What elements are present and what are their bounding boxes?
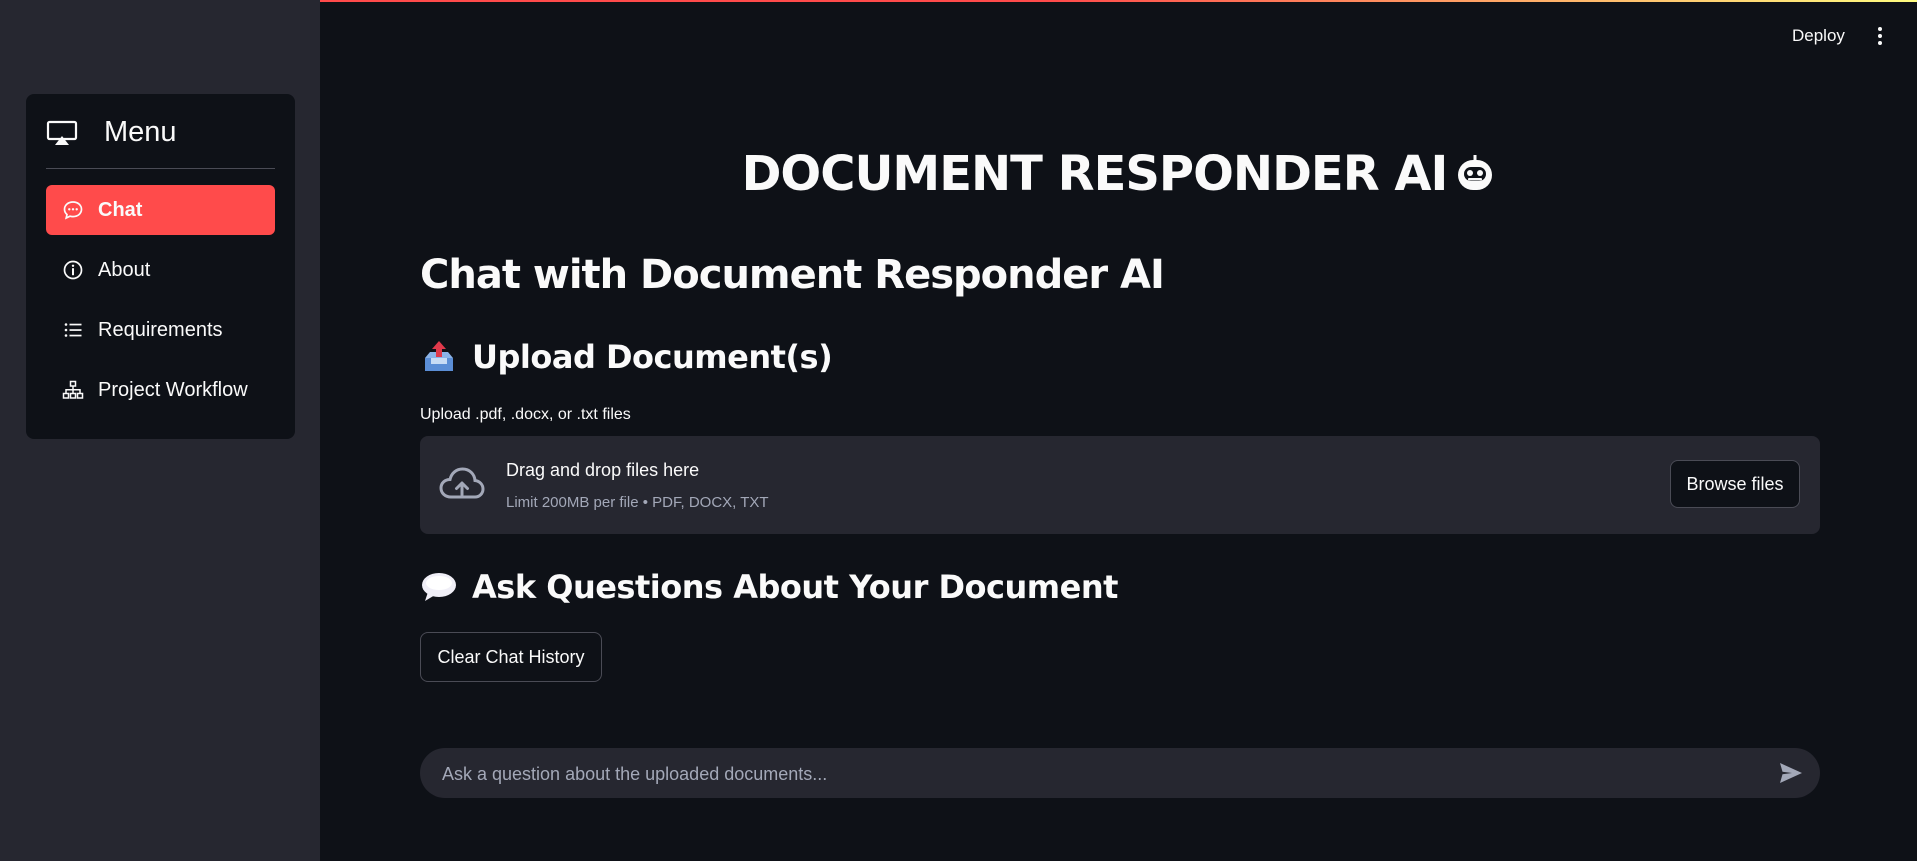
file-dropzone[interactable]: Drag and drop files here Limit 200MB per… [420,436,1820,534]
sidebar-item-label: Project Workflow [98,378,248,401]
info-icon [62,259,84,281]
sidebar-item-about[interactable]: About [46,245,275,295]
chat-input[interactable] [440,748,1744,800]
upload-label: Upload .pdf, .docx, or .txt files [420,406,631,423]
cloud-upload-icon [438,464,486,504]
ask-heading-text: Ask Questions About Your Document [472,568,1118,606]
sitemap-icon [62,379,84,401]
list-icon [62,319,84,341]
sidebar: Menu Chat About Requirements Project Wor… [0,0,320,861]
deploy-button[interactable]: Deploy [1792,26,1845,46]
dropzone-text: Drag and drop files here [506,460,700,480]
sidebar-item-label: Chat [98,198,143,221]
kebab-menu-icon[interactable] [1872,26,1888,46]
page-title: DOCUMENT RESPONDER AI [320,146,1917,202]
robot-emoji-icon [1455,150,1495,190]
browse-files-button[interactable]: Browse files [1670,460,1800,508]
menu-title: Menu [104,116,177,148]
menu-divider [46,168,275,169]
speech-balloon-icon [420,568,458,606]
ask-heading: Ask Questions About Your Document [420,568,1118,606]
upload-heading-text: Upload Document(s) [472,338,833,376]
sidebar-item-label: About [98,258,151,281]
sidebar-item-chat[interactable]: Chat [46,185,275,235]
chat-input-container [420,748,1820,800]
sidebar-item-label: Requirements [98,318,223,341]
outbox-tray-icon [420,338,458,376]
airplay-icon [46,119,78,147]
menu-header: Menu [46,116,177,149]
chat-subtitle: Chat with Document Responder AI [420,252,1165,298]
dropzone-limit-text: Limit 200MB per file • PDF, DOCX, TXT [506,494,769,511]
page-title-text: DOCUMENT RESPONDER AI [741,146,1449,202]
send-icon[interactable] [1778,761,1804,785]
upload-heading: Upload Document(s) [420,338,833,376]
sidebar-item-project-workflow[interactable]: Project Workflow [46,365,275,415]
chat-bubble-icon [62,199,84,221]
menu-card: Menu Chat About Requirements Project Wor… [26,94,295,439]
sidebar-item-requirements[interactable]: Requirements [46,305,275,355]
clear-chat-history-button[interactable]: Clear Chat History [420,632,602,682]
